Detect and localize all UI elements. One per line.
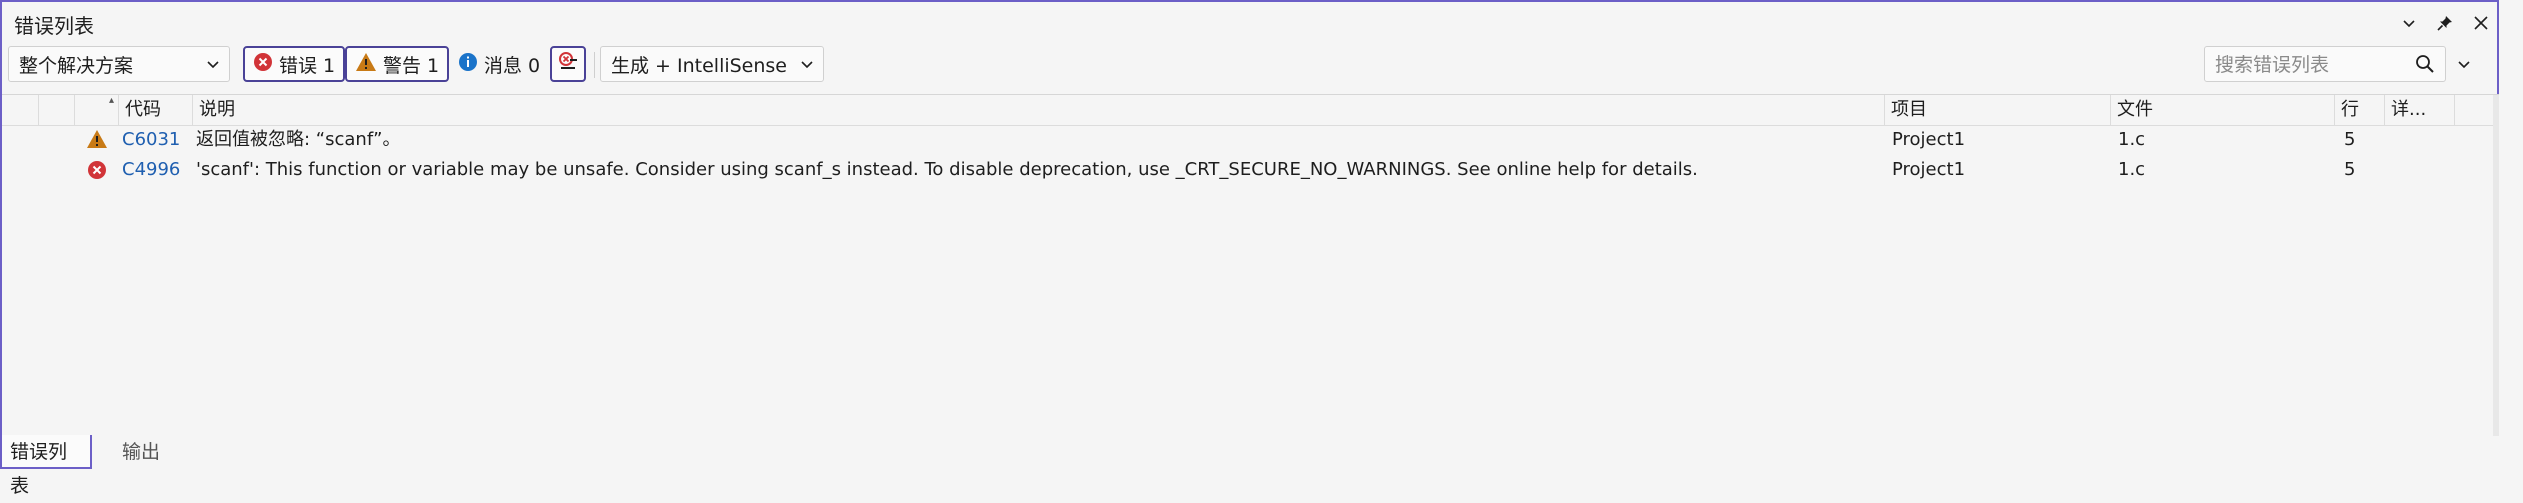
column-header-suppress[interactable] — [38, 95, 74, 125]
row-description: 'scanf': This function or variable may b… — [196, 159, 1698, 180]
info-icon — [458, 52, 478, 77]
column-header-code[interactable]: 代码 — [118, 95, 192, 125]
toolbar-separator — [594, 52, 595, 78]
window-position-chevron-icon[interactable] — [2394, 8, 2424, 38]
column-header-severity[interactable]: ▴ — [74, 95, 118, 125]
column-header-detail[interactable]: 详... — [2384, 95, 2454, 125]
error-list-panel: 错误列表 整个解决方案 错误 1 警告 1 消息 0 生成 + IntelliS… — [0, 0, 2499, 436]
panel-title: 错误列表 — [14, 14, 94, 38]
chevron-down-icon — [205, 55, 221, 77]
column-header-description[interactable]: 说明 — [192, 95, 1884, 125]
chevron-down-icon — [799, 55, 815, 77]
column-header-project[interactable]: 项目 — [1884, 95, 2110, 125]
row-line: 5 — [2344, 129, 2356, 150]
error-list-toolbar: 整个解决方案 错误 1 警告 1 消息 0 生成 + IntelliSense … — [2, 46, 2497, 94]
search-options-chevron-icon[interactable] — [2456, 56, 2472, 76]
filter-build-icon — [556, 50, 580, 79]
table-row[interactable]: C4996 'scanf': This function or variable… — [2, 155, 2499, 185]
tab-error-list[interactable]: 错误列表 — [0, 435, 92, 497]
tool-window-tabs: 错误列表 输出 — [0, 435, 2523, 497]
build-source-dropdown[interactable]: 生成 + IntelliSense — [600, 46, 824, 82]
tab-output[interactable]: 输出 — [114, 435, 168, 469]
row-project: Project1 — [1892, 129, 1966, 150]
search-input[interactable] — [2213, 51, 2417, 79]
row-file: 1.c — [2118, 129, 2146, 150]
search-icon[interactable] — [2415, 54, 2435, 78]
table-row[interactable]: C6031 返回值被忽略: “scanf”。 Project1 1.c 5 — [2, 125, 2499, 155]
error-icon — [87, 160, 107, 190]
messages-filter-label: 消息 0 — [484, 54, 541, 77]
row-file: 1.c — [2118, 159, 2146, 180]
errors-filter-button[interactable]: 错误 1 — [243, 46, 346, 82]
scope-dropdown[interactable]: 整个解决方案 — [8, 46, 230, 82]
pin-icon[interactable] — [2430, 8, 2460, 38]
column-header-line[interactable]: 行 — [2334, 95, 2384, 125]
search-box[interactable] — [2204, 46, 2446, 82]
row-code-link[interactable]: C4996 — [122, 155, 180, 185]
row-project: Project1 — [1892, 159, 1966, 180]
build-source-dropdown-value: 生成 + IntelliSense — [611, 54, 788, 77]
error-list-grid: ▴ 代码 说明 项目 文件 行 详... C6031 返回值被忽略: “scan… — [2, 94, 2499, 436]
column-header-file[interactable]: 文件 — [2110, 95, 2334, 125]
show-errors-from-build-only-button[interactable] — [550, 46, 586, 82]
errors-filter-label: 错误 1 — [279, 54, 336, 77]
warning-icon — [355, 52, 377, 77]
row-code-link[interactable]: C6031 — [122, 125, 180, 155]
vertical-scrollbar[interactable] — [2493, 95, 2499, 436]
row-description: 返回值被忽略: “scanf”。 — [196, 129, 401, 150]
row-line: 5 — [2344, 159, 2356, 180]
scope-dropdown-value: 整个解决方案 — [19, 54, 134, 77]
sort-indicator-icon: ▴ — [108, 95, 114, 106]
grid-header: ▴ 代码 说明 项目 文件 行 详... — [2, 95, 2499, 126]
close-icon[interactable] — [2466, 8, 2496, 38]
warnings-filter-button[interactable]: 警告 1 — [345, 46, 450, 82]
panel-title-bar: 错误列表 — [2, 2, 2497, 46]
error-icon — [253, 52, 273, 77]
warnings-filter-label: 警告 1 — [383, 54, 440, 77]
messages-filter-button[interactable]: 消息 0 — [454, 46, 544, 82]
